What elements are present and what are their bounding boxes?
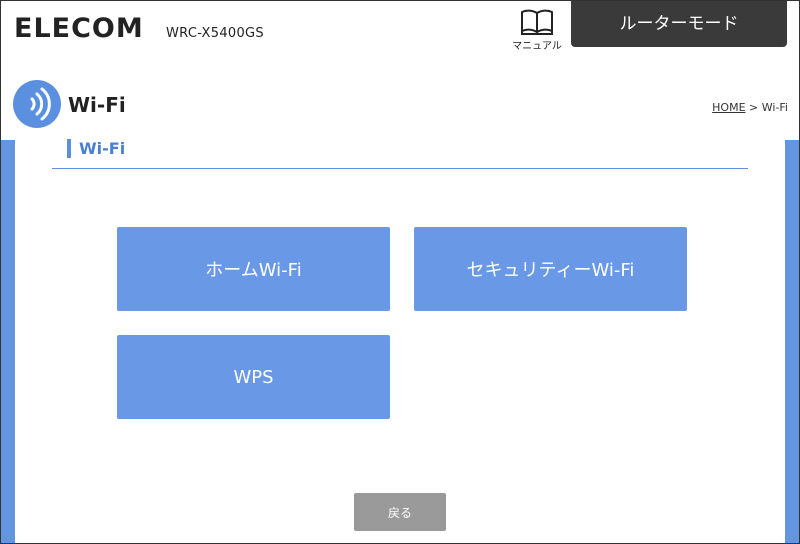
back-button[interactable]: 戻る bbox=[354, 493, 446, 531]
manual-link[interactable]: マニュアル bbox=[508, 9, 566, 53]
left-side-band bbox=[1, 140, 15, 543]
model-name: WRC-X5400GS bbox=[166, 26, 264, 41]
wifi-signal-icon bbox=[13, 80, 61, 128]
book-icon bbox=[521, 9, 553, 35]
breadcrumb-current: Wi-Fi bbox=[761, 101, 788, 114]
breadcrumb-home-link[interactable]: HOME bbox=[712, 101, 745, 114]
section-title: Wi-Fi bbox=[79, 139, 126, 158]
router-mode-indicator: ルーターモード bbox=[571, 1, 787, 47]
security-wifi-button[interactable]: セキュリティーWi-Fi bbox=[414, 227, 687, 311]
home-wifi-button[interactable]: ホームWi-Fi bbox=[117, 227, 390, 311]
breadcrumb: HOME > Wi-Fi bbox=[712, 101, 788, 114]
section-header: Wi-Fi bbox=[52, 138, 748, 169]
wps-button[interactable]: WPS bbox=[117, 335, 390, 419]
page-title: Wi-Fi bbox=[68, 93, 126, 117]
elecom-logo: ELECOM bbox=[14, 13, 144, 44]
manual-label: マニュアル bbox=[512, 41, 562, 52]
breadcrumb-separator: > bbox=[745, 101, 762, 114]
right-side-band bbox=[785, 140, 799, 543]
section-marker bbox=[67, 139, 71, 158]
